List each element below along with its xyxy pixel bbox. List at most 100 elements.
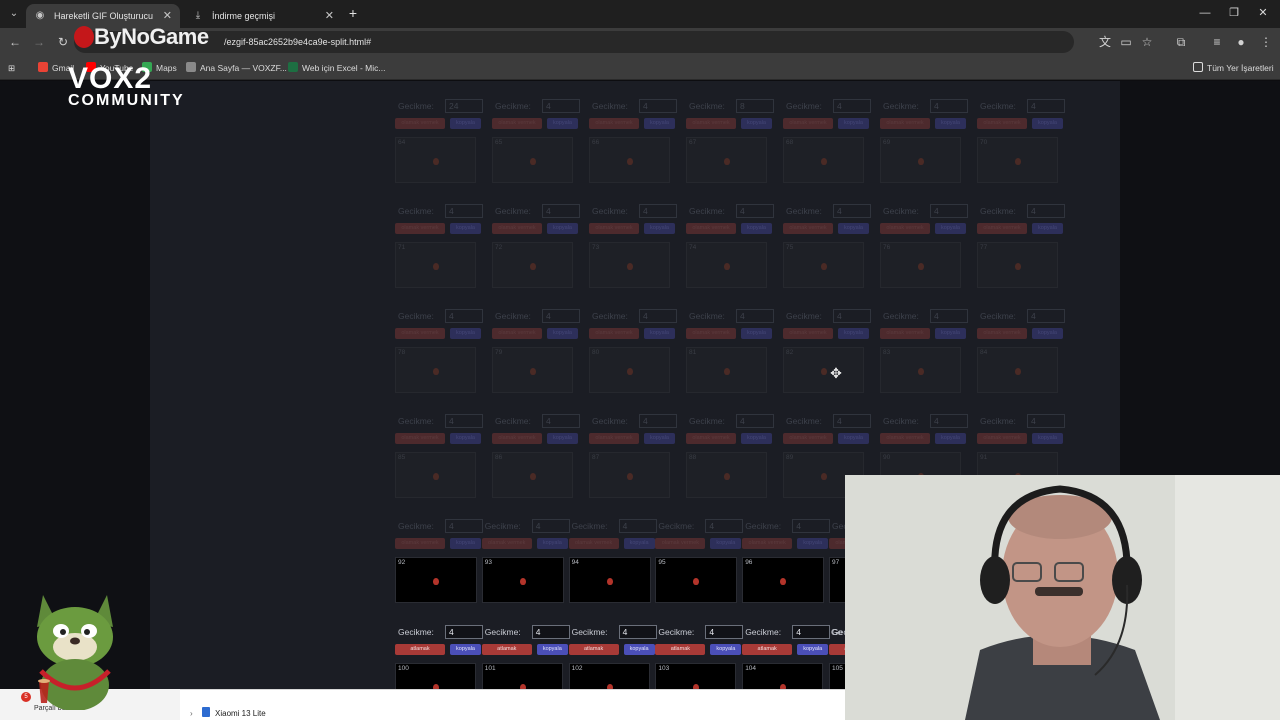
copy-button[interactable]: kopyala: [741, 223, 772, 234]
frame-thumbnail[interactable]: 76: [880, 242, 961, 288]
copy-button[interactable]: kopyala: [935, 328, 966, 339]
delay-input[interactable]: 4: [542, 204, 580, 218]
frame-thumbnail[interactable]: 79: [492, 347, 573, 393]
delay-input[interactable]: 4: [930, 99, 968, 113]
copy-button[interactable]: kopyala: [623, 538, 655, 549]
copy-button[interactable]: kopyala: [450, 433, 481, 444]
delay-input[interactable]: 8: [736, 99, 774, 113]
frame-thumbnail[interactable]: 73: [589, 242, 670, 288]
copy-button[interactable]: kopyala: [644, 223, 675, 234]
copy-button[interactable]: kopyala: [741, 433, 772, 444]
media-icon[interactable]: ≡: [1210, 35, 1224, 49]
delay-input[interactable]: 4: [618, 625, 657, 639]
delay-input[interactable]: 4: [736, 204, 774, 218]
skip-button[interactable]: olamak vermek: [492, 328, 542, 339]
delay-input[interactable]: 4: [736, 309, 774, 323]
copy-button[interactable]: kopyala: [547, 433, 578, 444]
delay-input[interactable]: 4: [639, 414, 677, 428]
skip-button[interactable]: olamak vermek: [395, 538, 445, 549]
delay-input[interactable]: 4: [930, 204, 968, 218]
frame-thumbnail[interactable]: 84: [977, 347, 1058, 393]
delay-input[interactable]: 4: [639, 204, 677, 218]
skip-button[interactable]: olamak vermek: [686, 223, 736, 234]
frame-thumbnail[interactable]: 72: [492, 242, 573, 288]
copy-button[interactable]: kopyala: [450, 118, 481, 129]
frame-thumbnail[interactable]: 70: [977, 137, 1058, 183]
frame-thumbnail[interactable]: 83: [880, 347, 961, 393]
delay-input[interactable]: 4: [833, 99, 871, 113]
copy-button[interactable]: kopyala: [838, 223, 869, 234]
copy-button[interactable]: kopyala: [1032, 328, 1063, 339]
skip-button[interactable]: olamak vermek: [783, 433, 833, 444]
skip-button[interactable]: olamak vermek: [568, 538, 619, 549]
frame-thumbnail[interactable]: 78: [395, 347, 476, 393]
delay-input[interactable]: 4: [445, 414, 483, 428]
skip-button[interactable]: olamak vermek: [589, 223, 639, 234]
frame-thumbnail[interactable]: 93: [481, 557, 564, 603]
frame-thumbnail[interactable]: 75: [783, 242, 864, 288]
copy-button[interactable]: kopyala: [547, 118, 578, 129]
skip-button[interactable]: olamak vermek: [686, 328, 736, 339]
copy-button[interactable]: kopyala: [536, 538, 568, 549]
frame-thumbnail[interactable]: 85: [395, 452, 476, 498]
delay-input[interactable]: 4: [1027, 99, 1065, 113]
back-icon[interactable]: ←: [8, 35, 22, 49]
close-tab-icon[interactable]: ✕: [325, 4, 334, 28]
skip-button[interactable]: olamak vermek: [395, 223, 445, 234]
copy-button[interactable]: kopyala: [741, 328, 772, 339]
bookmark-excel[interactable]: Web için Excel - Mic...: [288, 61, 385, 75]
skip-button[interactable]: olamak vermek: [589, 118, 639, 129]
delay-input[interactable]: 4: [531, 519, 570, 533]
all-bookmarks[interactable]: Tüm Yer İşaretleri: [1193, 61, 1274, 75]
profile-avatar-icon[interactable]: ●: [1234, 35, 1248, 49]
copy-button[interactable]: kopyala: [935, 223, 966, 234]
frame-thumbnail[interactable]: 77: [977, 242, 1058, 288]
skip-button[interactable]: olamak vermek: [492, 223, 542, 234]
skip-button[interactable]: olamak vermek: [742, 538, 793, 549]
delay-input[interactable]: 4: [639, 309, 677, 323]
delay-input[interactable]: 4: [542, 309, 580, 323]
frame-thumbnail[interactable]: 82: [783, 347, 864, 393]
delay-input[interactable]: 4: [930, 414, 968, 428]
skip-button[interactable]: olamak vermek: [880, 328, 930, 339]
explorer-item-xiaomi[interactable]: › Xiaomi 13 Lite: [190, 707, 266, 718]
skip-button[interactable]: olamak vermek: [880, 433, 930, 444]
skip-button[interactable]: olamak vermek: [880, 223, 930, 234]
skip-button[interactable]: olamak vermek: [655, 538, 706, 549]
cast-icon[interactable]: ▭: [1119, 35, 1133, 49]
skip-button[interactable]: olamak vermek: [880, 118, 930, 129]
frame-thumbnail[interactable]: 87: [589, 452, 670, 498]
frame-thumbnail[interactable]: 86: [492, 452, 573, 498]
delay-input[interactable]: 4: [705, 625, 744, 639]
new-tab-button[interactable]: +: [346, 6, 360, 20]
copy-button[interactable]: kopyala: [935, 118, 966, 129]
frame-thumbnail[interactable]: 74: [686, 242, 767, 288]
forward-icon[interactable]: →: [32, 35, 46, 49]
skip-button[interactable]: olamak vermek: [977, 223, 1027, 234]
copy-button[interactable]: kopyala: [536, 644, 568, 655]
frame-thumbnail[interactable]: 81: [686, 347, 767, 393]
skip-button[interactable]: olamak vermek: [395, 433, 445, 444]
delay-input[interactable]: 4: [792, 519, 831, 533]
delay-input[interactable]: 4: [1027, 414, 1065, 428]
delay-input[interactable]: 4: [445, 204, 483, 218]
skip-button[interactable]: olamak vermek: [977, 328, 1027, 339]
delay-input[interactable]: 4: [542, 414, 580, 428]
delay-input[interactable]: 4: [833, 204, 871, 218]
skip-button[interactable]: olamak vermek: [492, 433, 542, 444]
frame-thumbnail[interactable]: 68: [783, 137, 864, 183]
copy-button[interactable]: kopyala: [547, 223, 578, 234]
skip-button[interactable]: atlamak: [742, 644, 793, 655]
minimize-icon[interactable]: —: [1198, 6, 1212, 20]
delay-input[interactable]: 4: [833, 309, 871, 323]
skip-button[interactable]: olamak vermek: [589, 328, 639, 339]
delay-input[interactable]: 4: [445, 309, 483, 323]
copy-button[interactable]: kopyala: [838, 433, 869, 444]
delay-input[interactable]: 4: [618, 519, 657, 533]
delay-input[interactable]: 4: [705, 519, 744, 533]
skip-button[interactable]: atlamak: [395, 644, 445, 655]
delay-input[interactable]: 4: [792, 625, 831, 639]
skip-button[interactable]: atlamak: [481, 644, 532, 655]
delay-input[interactable]: 4: [542, 99, 580, 113]
close-window-icon[interactable]: ✕: [1256, 6, 1270, 20]
